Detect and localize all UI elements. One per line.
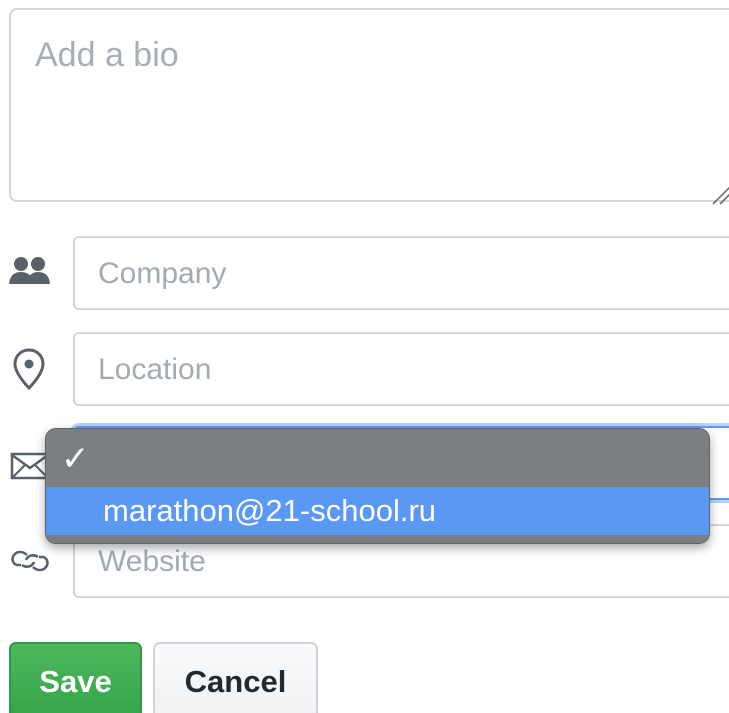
people-icon [9, 257, 50, 284]
link-icon [11, 550, 49, 572]
cancel-button[interactable]: Cancel [153, 642, 318, 713]
dropdown-option-label: marathon@21-school.ru [103, 493, 437, 528]
location-placeholder: Location [98, 353, 212, 386]
bio-textarea[interactable]: Add a bio [9, 8, 729, 205]
company-placeholder: Company [98, 257, 227, 290]
dropdown-option-empty[interactable]: ✓ [46, 429, 709, 485]
location-pin-icon [13, 348, 45, 391]
save-button[interactable]: Save [9, 642, 142, 713]
checkmark-icon: ✓ [61, 440, 90, 478]
dropdown-option-email[interactable]: marathon@21-school.ru [46, 487, 709, 535]
mail-icon [10, 452, 50, 480]
profile-edit-form: Add a bio Company Location Website ✓ mar… [0, 0, 729, 713]
company-field[interactable]: Company [73, 236, 729, 310]
website-placeholder: Website [98, 545, 206, 578]
email-dropdown-menu: ✓ marathon@21-school.ru [45, 428, 710, 544]
bio-placeholder: Add a bio [35, 36, 179, 74]
location-field[interactable]: Location [73, 332, 729, 406]
resize-grip-icon[interactable] [710, 184, 729, 206]
